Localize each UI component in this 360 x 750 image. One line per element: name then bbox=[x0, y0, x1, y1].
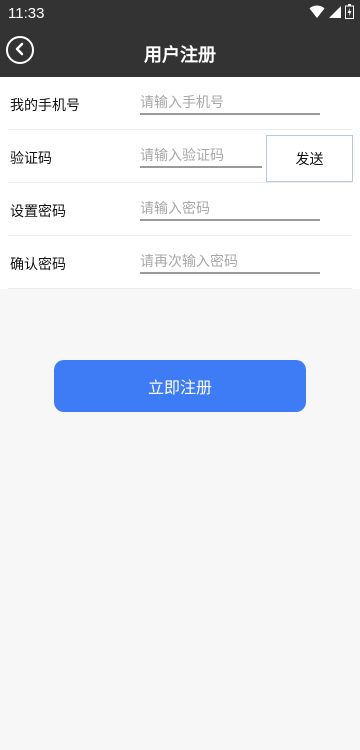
phone-input[interactable] bbox=[140, 93, 320, 115]
status-icons bbox=[309, 3, 354, 23]
code-row: 验证码 发送 bbox=[0, 130, 360, 183]
wifi-icon bbox=[309, 4, 325, 23]
confirm-password-input[interactable] bbox=[140, 252, 320, 274]
password-input[interactable] bbox=[140, 199, 320, 221]
password-row: 设置密码 bbox=[0, 183, 360, 236]
code-input[interactable] bbox=[140, 146, 262, 168]
divider bbox=[8, 288, 352, 289]
app-header: 11:33 用户注册 bbox=[0, 0, 360, 77]
password-label: 设置密码 bbox=[10, 204, 66, 220]
phone-label: 我的手机号 bbox=[10, 98, 80, 114]
send-code-button[interactable]: 发送 bbox=[266, 135, 353, 182]
battery-icon bbox=[345, 3, 354, 23]
confirm-password-label: 确认密码 bbox=[10, 257, 66, 273]
phone-row: 我的手机号 bbox=[0, 77, 360, 130]
code-label: 验证码 bbox=[10, 151, 52, 167]
register-button[interactable]: 立即注册 bbox=[54, 360, 306, 412]
page-title: 用户注册 bbox=[144, 45, 216, 66]
confirm-password-row: 确认密码 bbox=[0, 236, 360, 289]
status-time: 11:33 bbox=[8, 5, 45, 22]
register-form: 我的手机号 验证码 发送 设置密码 确认密码 bbox=[0, 77, 360, 289]
signal-icon bbox=[328, 4, 342, 23]
